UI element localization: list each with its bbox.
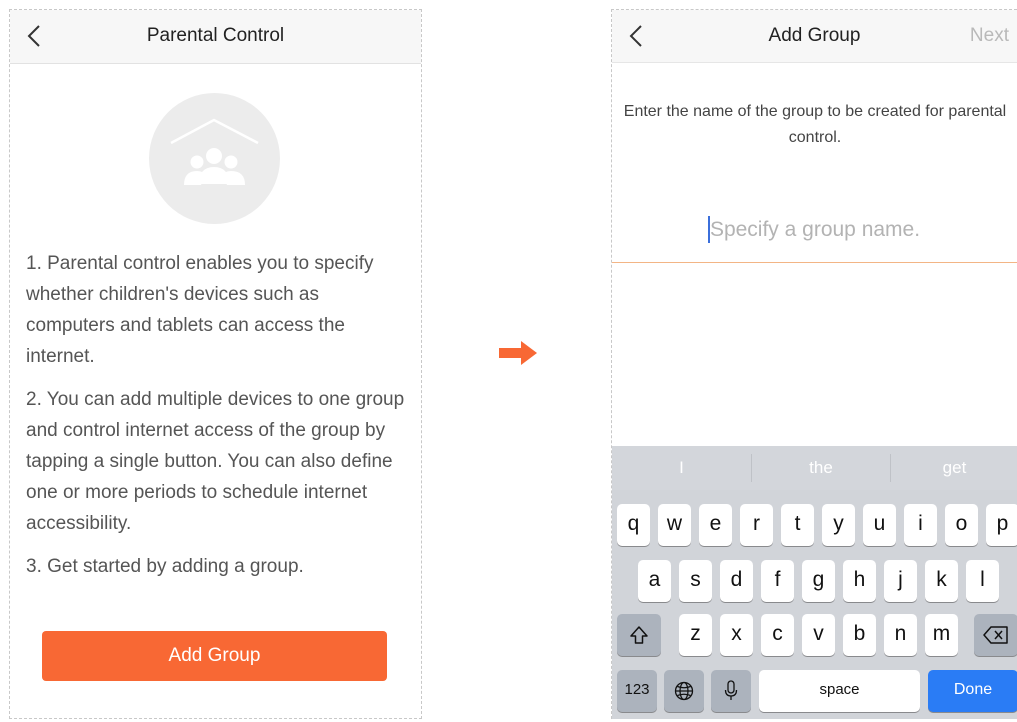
intro-paragraph-1: 1. Parental control enables you to speci… (26, 253, 374, 367)
key-b[interactable]: b (843, 614, 876, 656)
key-g[interactable]: g (802, 560, 835, 602)
key-k[interactable]: k (925, 560, 958, 602)
shift-key[interactable] (617, 614, 661, 656)
key-h[interactable]: h (843, 560, 876, 602)
key-d[interactable]: d (720, 560, 753, 602)
page-title: Add Group (768, 25, 861, 46)
numbers-key[interactable]: 123 (617, 670, 657, 712)
key-u[interactable]: u (863, 504, 896, 546)
key-v[interactable]: v (802, 614, 835, 656)
page-title: Parental Control (146, 25, 285, 46)
key-j[interactable]: j (884, 560, 917, 602)
ios-keyboard: I the get q w e r t y u i o p a s d f g … (612, 446, 1017, 719)
nav-bar: Parental Control (10, 10, 421, 64)
key-l[interactable]: l (966, 560, 999, 602)
next-button[interactable]: Next (970, 25, 1009, 47)
parental-control-screen: Parental Control 1. Parental control ena… (9, 9, 422, 719)
intro-paragraph-3: 3. Get started by adding a group. (26, 556, 304, 577)
shift-arrow-icon (630, 626, 648, 644)
space-key[interactable]: space (759, 670, 920, 712)
key-x[interactable]: x (720, 614, 753, 656)
microphone-key[interactable] (711, 670, 751, 712)
key-n[interactable]: n (884, 614, 917, 656)
key-r[interactable]: r (740, 504, 773, 546)
key-w[interactable]: w (658, 504, 691, 546)
key-s[interactable]: s (679, 560, 712, 602)
key-p[interactable]: p (986, 504, 1017, 546)
instruction-text: Enter the name of the group to be create… (623, 103, 1007, 146)
microphone-icon (724, 680, 738, 700)
suggestion-2[interactable]: the (752, 446, 890, 490)
globe-key[interactable] (664, 670, 704, 712)
globe-icon (674, 681, 694, 701)
key-m[interactable]: m (925, 614, 958, 656)
add-group-screen: Add Group Next Enter the name of the gro… (611, 9, 1017, 719)
group-name-input[interactable] (612, 210, 1017, 250)
suggestion-3[interactable]: get (891, 446, 1017, 490)
group-name-field (612, 210, 1017, 263)
key-a[interactable]: a (638, 560, 671, 602)
key-c[interactable]: c (761, 614, 794, 656)
intro-paragraph-2: 2. You can add multiple devices to one g… (26, 389, 405, 534)
key-t[interactable]: t (781, 504, 814, 546)
suggestion-1[interactable]: I (612, 446, 751, 490)
key-q[interactable]: q (617, 504, 650, 546)
done-key[interactable]: Done (928, 670, 1017, 712)
suggestion-bar: I the get (612, 446, 1017, 490)
family-group-icon (149, 93, 280, 224)
key-e[interactable]: e (699, 504, 732, 546)
nav-bar: Add Group Next (612, 10, 1017, 63)
key-f[interactable]: f (761, 560, 794, 602)
key-z[interactable]: z (679, 614, 712, 656)
key-i[interactable]: i (904, 504, 937, 546)
backspace-icon (983, 626, 1008, 644)
key-y[interactable]: y (822, 504, 855, 546)
add-group-button[interactable]: Add Group (42, 631, 387, 681)
key-o[interactable]: o (945, 504, 978, 546)
right-arrow-icon (499, 341, 537, 365)
text-cursor (708, 216, 710, 243)
backspace-key[interactable] (974, 614, 1017, 656)
